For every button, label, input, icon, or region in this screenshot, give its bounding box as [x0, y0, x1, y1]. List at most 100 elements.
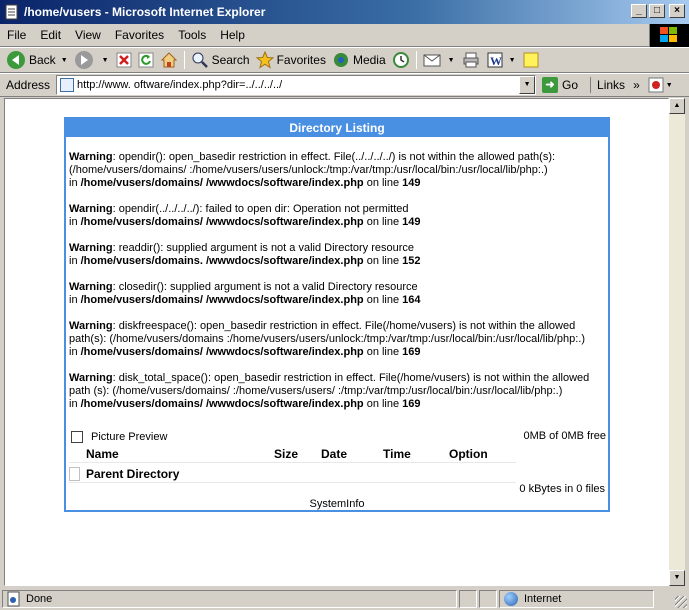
warning-message: Warning: disk_total_space(): open_basedi…	[69, 372, 605, 411]
go-button[interactable]: ➜ Go	[542, 77, 578, 93]
star-icon	[255, 51, 274, 69]
forward-dropdown-icon[interactable]: ▼	[102, 57, 109, 64]
parent-directory-link[interactable]: Parent Directory	[86, 467, 179, 481]
warning-line: 169	[402, 398, 421, 410]
forward-button[interactable]	[72, 49, 100, 71]
warning-text: : readdir(): supplied argument is not a …	[112, 242, 415, 254]
warning-text: : opendir(../../../../): failed to open …	[112, 203, 409, 215]
scroll-down-icon[interactable]: ▼	[669, 570, 685, 586]
warning-line-prefix: on line	[363, 177, 403, 189]
warning-label: Warning	[69, 320, 113, 332]
back-dropdown-icon[interactable]: ▼	[61, 57, 68, 64]
warning-messages: Warning: opendir(): open_basedir restric…	[66, 137, 608, 411]
menu-view[interactable]: View	[68, 28, 108, 42]
status-zone: Internet	[499, 590, 654, 608]
warning-line: 149	[402, 216, 421, 228]
media-icon	[333, 53, 348, 67]
file-table: Name Size Date Time Option Parent Direct…	[69, 445, 609, 483]
column-name[interactable]: Name	[69, 447, 274, 461]
column-size[interactable]: Size	[274, 447, 321, 461]
column-date[interactable]: Date	[321, 447, 383, 461]
warning-message: Warning: opendir(): open_basedir restric…	[69, 151, 605, 190]
print-button[interactable]	[459, 49, 483, 71]
menu-favorites[interactable]: Favorites	[108, 28, 171, 42]
warning-line-prefix: on line	[363, 255, 403, 267]
warning-text: : closedir(): supplied argument is not a…	[112, 281, 418, 293]
mail-dropdown-icon[interactable]: ▼	[448, 57, 455, 64]
edit-dropdown-icon[interactable]: ▼	[509, 57, 516, 64]
history-icon	[392, 52, 409, 68]
title-bar: /home/vusers - Microsoft Internet Explor…	[0, 0, 689, 24]
menu-file[interactable]: File	[0, 28, 33, 42]
go-arrow-icon: ➜	[542, 77, 559, 93]
svg-text:W: W	[490, 54, 502, 68]
notes-button[interactable]	[520, 49, 542, 71]
warning-in: in	[69, 398, 81, 410]
home-icon	[160, 52, 177, 68]
stop-button[interactable]	[113, 49, 135, 71]
refresh-icon	[138, 52, 154, 68]
page-icon	[60, 78, 75, 92]
links-chevron-icon: »	[633, 78, 640, 92]
minimize-button[interactable]: _	[631, 4, 647, 18]
warning-label: Warning	[69, 242, 113, 254]
mail-button[interactable]	[420, 49, 446, 71]
extension-dropdown-icon[interactable]: ▼	[666, 82, 673, 89]
warning-label: Warning	[69, 372, 113, 384]
address-url[interactable]: http://www. oftware/index.php?dir=../../…	[77, 79, 282, 91]
warning-label: Warning	[69, 281, 113, 293]
history-button[interactable]	[389, 49, 413, 71]
picture-preview-label: Picture Preview	[91, 431, 168, 443]
page-viewport: Directory Listing Warning: opendir(): op…	[4, 98, 669, 586]
links-button[interactable]: Links » ▼	[590, 77, 677, 93]
table-header: Name Size Date Time Option	[69, 445, 516, 463]
resize-grip-icon[interactable]	[675, 596, 687, 608]
toolbar: Back ▼ ▼ Search Favorites Media ▼ W ▼	[0, 47, 689, 73]
directory-panel: Directory Listing Warning: opendir(): op…	[64, 117, 610, 512]
warning-line: 164	[402, 294, 421, 306]
menu-help[interactable]: Help	[213, 28, 252, 42]
status-bar: Done Internet	[0, 588, 689, 610]
folder-up-icon	[69, 466, 80, 481]
toolbar-extension-icon[interactable]	[648, 77, 664, 93]
address-input[interactable]: http://www. oftware/index.php?dir=../../…	[56, 75, 537, 95]
printer-icon	[463, 52, 479, 68]
edit-button[interactable]: W	[483, 49, 507, 71]
vertical-scrollbar[interactable]: ▲ ▼	[669, 98, 685, 586]
word-edit-icon: W	[487, 52, 503, 68]
back-button[interactable]: Back	[4, 49, 59, 71]
back-arrow-icon	[7, 51, 25, 69]
warning-message: Warning: diskfreespace(): open_basedir r…	[69, 320, 605, 359]
search-icon	[192, 52, 208, 68]
warning-path: /home/vusers/domains/ /wwwdocs/software/…	[80, 216, 364, 228]
systeminfo-link[interactable]: SystemInfo	[66, 498, 608, 510]
close-button[interactable]: ×	[669, 4, 685, 18]
favorites-button[interactable]: Favorites	[253, 49, 329, 71]
go-label: Go	[562, 78, 579, 92]
warning-path: /home/vusers/domains/ /wwwdocs/software/…	[80, 398, 364, 410]
menu-bar: File Edit View Favorites Tools Help	[0, 24, 689, 47]
table-row[interactable]: Parent Directory	[69, 465, 516, 483]
warning-in: in	[69, 294, 81, 306]
status-progress	[459, 590, 477, 608]
warning-label: Warning	[69, 151, 113, 163]
back-label: Back	[29, 53, 56, 67]
address-dropdown-icon[interactable]: ▼	[519, 76, 536, 94]
warning-line-prefix: on line	[363, 398, 403, 410]
picture-preview-checkbox[interactable]	[71, 431, 83, 443]
menu-edit[interactable]: Edit	[33, 28, 68, 42]
menu-tools[interactable]: Tools	[171, 28, 213, 42]
forward-arrow-icon	[74, 51, 93, 69]
media-button[interactable]: Media	[329, 49, 389, 71]
column-time[interactable]: Time	[383, 447, 449, 461]
mail-icon	[423, 54, 441, 67]
toolbar-separator	[415, 51, 417, 69]
column-option[interactable]: Option	[449, 447, 514, 461]
refresh-button[interactable]	[135, 49, 157, 71]
sticky-note-icon	[523, 52, 539, 68]
maximize-button[interactable]: □	[649, 4, 665, 18]
search-label: Search	[211, 53, 250, 67]
scroll-up-icon[interactable]: ▲	[669, 98, 685, 114]
search-button[interactable]: Search	[188, 49, 253, 71]
home-button[interactable]	[157, 49, 181, 71]
